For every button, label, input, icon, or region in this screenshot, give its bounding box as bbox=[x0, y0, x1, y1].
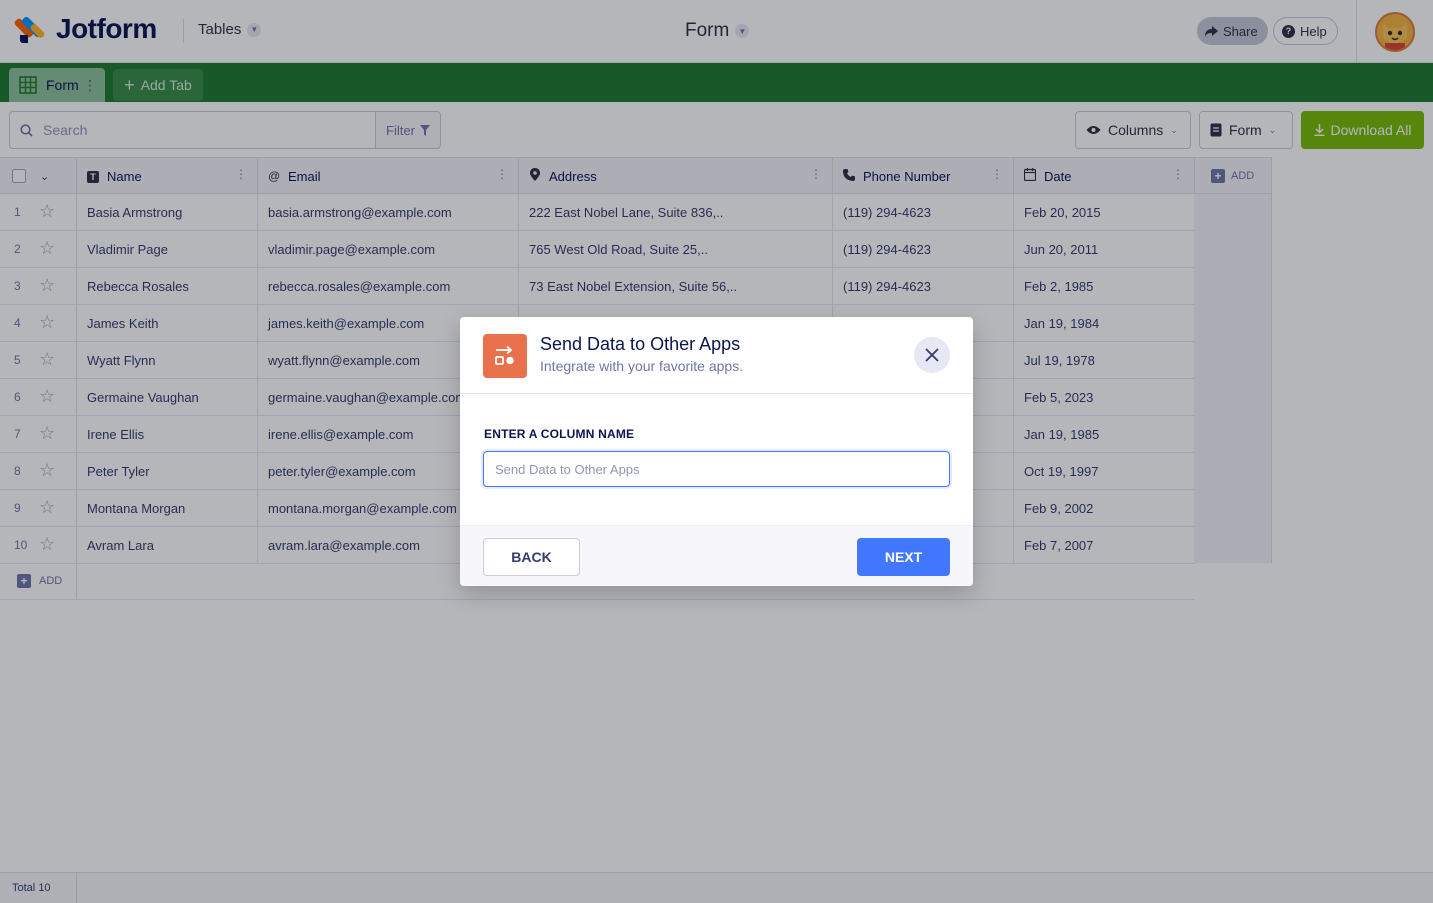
close-button[interactable] bbox=[914, 337, 950, 373]
modal-title: Send Data to Other Apps bbox=[540, 334, 741, 354]
back-button[interactable]: BACK bbox=[483, 538, 580, 576]
modal-header: Send Data to Other Apps Integrate with y… bbox=[460, 317, 973, 394]
integration-icon bbox=[483, 334, 527, 378]
column-name-input[interactable] bbox=[483, 451, 950, 487]
column-name-label: ENTER A COLUMN NAME bbox=[484, 427, 635, 441]
next-button[interactable]: NEXT bbox=[857, 538, 950, 576]
modal-subtitle: Integrate with your favorite apps. bbox=[540, 358, 744, 374]
send-data-modal: Send Data to Other Apps Integrate with y… bbox=[460, 317, 973, 586]
close-icon bbox=[925, 348, 939, 362]
modal-footer: BACK NEXT bbox=[460, 525, 973, 586]
